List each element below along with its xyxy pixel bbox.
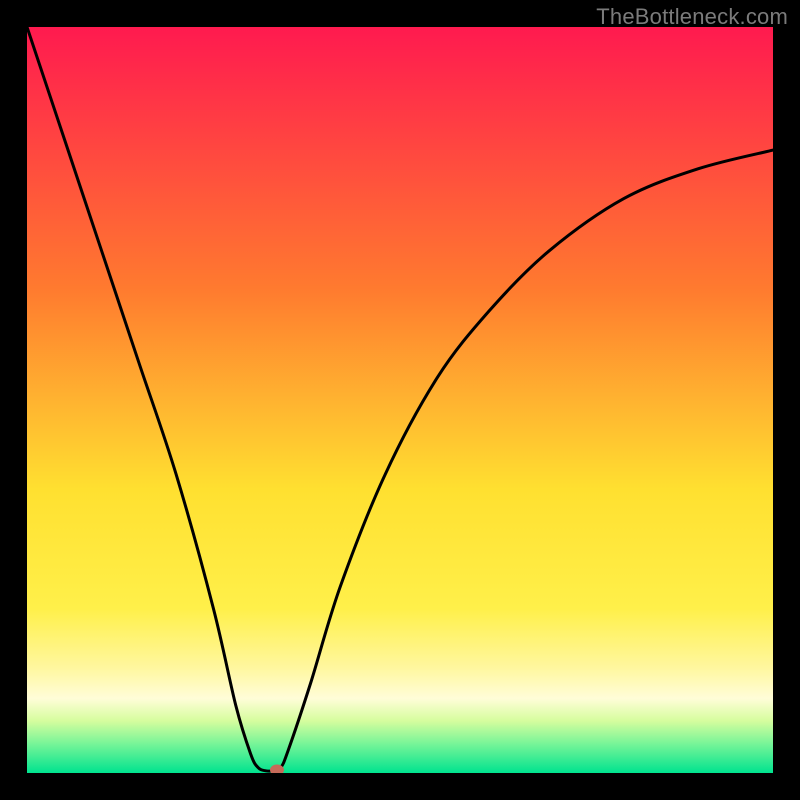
plot-area [27,27,773,773]
watermark-text: TheBottleneck.com [596,4,788,30]
bottleneck-curve [27,27,773,773]
chart-frame: TheBottleneck.com [0,0,800,800]
optimum-marker [270,765,284,773]
